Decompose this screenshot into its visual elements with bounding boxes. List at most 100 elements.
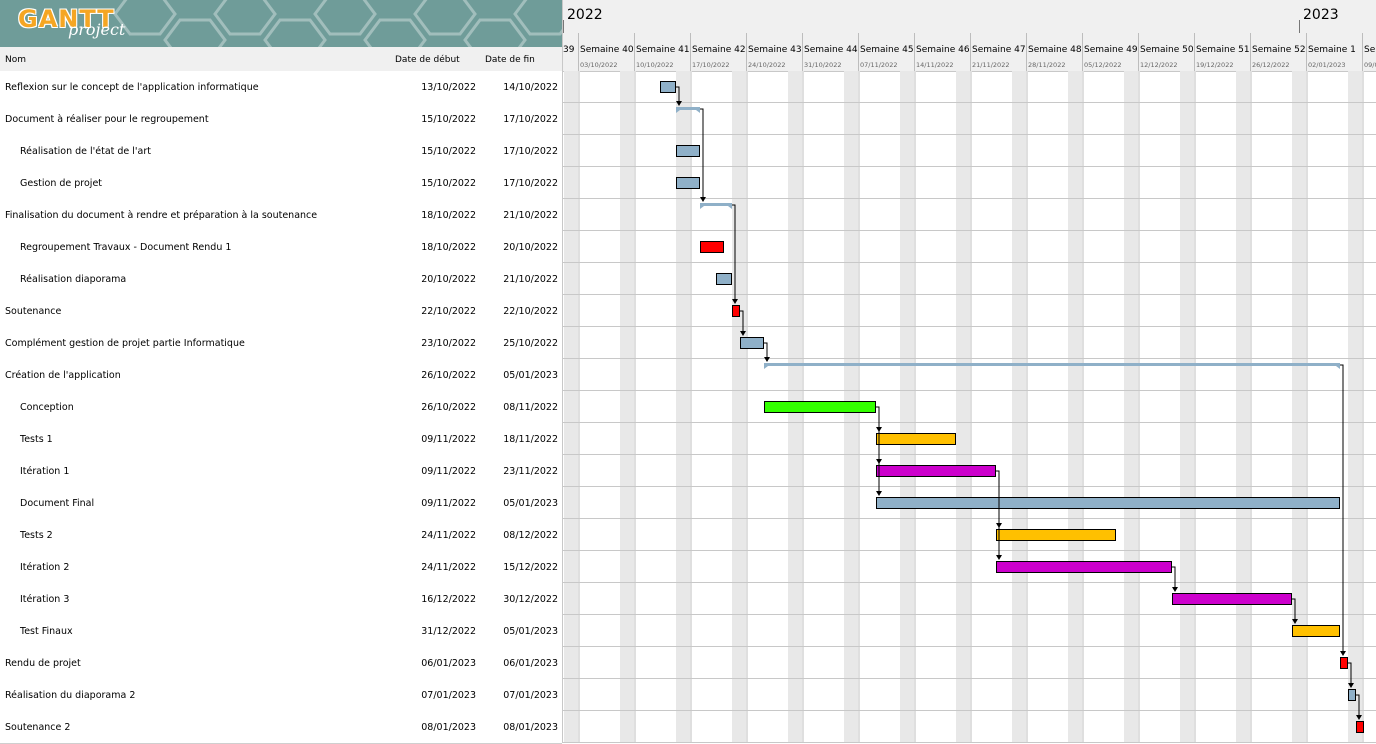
task-bar[interactable] (764, 401, 876, 413)
task-end-date: 14/10/2022 (503, 82, 558, 93)
task-bar[interactable] (996, 529, 1116, 541)
task-bar[interactable] (676, 177, 700, 189)
week-separator (1306, 33, 1307, 71)
gantt-chart-area[interactable] (563, 71, 1376, 743)
week-separator (1250, 33, 1251, 71)
task-start-date: 18/10/2022 (421, 210, 476, 221)
week-date: 28/11/2022 (1028, 61, 1066, 69)
weekend-band (676, 71, 692, 743)
task-row[interactable]: Réalisation diaporama 20/10/2022 21/10/202… (0, 263, 562, 296)
dependency-arrowhead (1340, 651, 1346, 656)
weekend-band (732, 71, 748, 743)
week-date: 21/11/2022 (972, 61, 1010, 69)
task-row[interactable]: Réalisation de l'état de l'art 15/10/2022… (0, 135, 562, 168)
task-row[interactable]: Regroupement Travaux - Document Rendu 1 1… (0, 231, 562, 264)
task-row[interactable]: Itération 3 16/12/2022 30/12/2022 (0, 583, 562, 616)
task-row[interactable]: Test Finaux 31/12/2022 05/01/2023 (0, 615, 562, 648)
task-start-date: 08/01/2023 (421, 722, 476, 733)
task-bar[interactable] (716, 273, 732, 285)
week-date: 12/12/2022 (1140, 61, 1178, 69)
dependency-arrow (1340, 364, 1344, 652)
task-start-date: 09/11/2022 (421, 498, 476, 509)
task-row[interactable]: Itération 1 09/11/2022 23/11/2022 (0, 455, 562, 488)
week-separator (1082, 33, 1083, 71)
task-end-date: 23/11/2022 (503, 466, 558, 477)
weekend-band (900, 71, 916, 743)
task-end-date: 15/12/2022 (503, 562, 558, 573)
week-date: 10/10/2022 (636, 61, 674, 69)
week-label: Semaine 46 (916, 45, 970, 55)
task-bar[interactable] (676, 145, 700, 157)
task-end-date: 06/01/2023 (503, 658, 558, 669)
task-bar[interactable] (1356, 721, 1364, 733)
week-label: Semaine 51 (1196, 45, 1250, 55)
task-bar[interactable] (876, 465, 996, 477)
task-bar[interactable] (876, 497, 1340, 509)
week-separator (802, 33, 803, 71)
week-date: 26/12/2022 (1252, 61, 1290, 69)
task-name: Tests 2 (20, 530, 53, 541)
week-label: Sem (1364, 45, 1376, 55)
task-bar[interactable] (1348, 689, 1356, 701)
week-separator (746, 33, 747, 71)
task-start-date: 24/11/2022 (421, 562, 476, 573)
task-bar[interactable] (732, 305, 740, 317)
week-date: 31/10/2022 (804, 61, 842, 69)
task-bar[interactable] (740, 337, 764, 349)
weekend-band (956, 71, 972, 743)
task-row[interactable]: Gestion de projet 15/10/2022 17/10/2022 (0, 167, 562, 200)
task-row[interactable]: Réalisation du diaporama 2 07/01/2023 07/0… (0, 679, 562, 712)
task-row[interactable]: Création de l'application 26/10/2022 05/01… (0, 359, 562, 392)
task-row[interactable]: Tests 2 24/11/2022 08/12/2022 (0, 519, 562, 552)
task-bar[interactable] (1292, 625, 1340, 637)
task-row[interactable]: Reflexion sur le concept de l'applicatio… (0, 71, 562, 104)
dependency-arrowhead (1172, 587, 1178, 592)
task-bar[interactable] (876, 433, 956, 445)
task-row[interactable]: Document Final 09/11/2022 05/01/2023 (0, 487, 562, 520)
column-header-end[interactable]: Date de fin (485, 55, 535, 65)
week-date: 14/11/2022 (916, 61, 954, 69)
task-row[interactable]: Tests 1 09/11/2022 18/11/2022 (0, 423, 562, 456)
task-name: Gestion de projet (20, 178, 103, 189)
task-bar[interactable] (700, 241, 724, 253)
logo-subtitle: project (68, 20, 126, 39)
week-date: 03/10/2022 (580, 61, 618, 69)
task-row[interactable]: Finalisation du document à rendre et pré… (0, 199, 562, 232)
task-row[interactable]: Soutenance 2 08/01/2023 08/01/2023 (0, 711, 562, 744)
logo-banner: GANTT project (0, 0, 562, 47)
task-start-date: 22/10/2022 (421, 306, 476, 317)
dependency-arrowhead (876, 491, 882, 496)
dependency-arrow (876, 406, 880, 492)
task-row[interactable]: Rendu de projet 06/01/2023 06/01/2023 (0, 647, 562, 680)
task-name: Itération 3 (20, 594, 70, 605)
task-end-date: 17/10/2022 (503, 146, 558, 157)
task-name: Regroupement Travaux - Document Rendu 1 (20, 242, 232, 253)
task-row[interactable]: Conception 26/10/2022 08/11/2022 (0, 391, 562, 424)
task-name: Document à réaliser pour le regroupement (5, 114, 209, 125)
task-bar[interactable] (1172, 593, 1292, 605)
year-tick (1299, 20, 1300, 33)
task-start-date: 15/10/2022 (421, 178, 476, 189)
task-bar[interactable] (1340, 657, 1348, 669)
week-label: Semaine 1 (1308, 45, 1356, 55)
task-end-date: 17/10/2022 (503, 114, 558, 125)
task-name: Création de l'application (5, 370, 121, 381)
ganttproject-window: GANTT project Nom Date de début Date de … (0, 0, 1376, 744)
task-table-header: Nom Date de début Date de fin (0, 47, 562, 72)
task-bar[interactable] (996, 561, 1172, 573)
week-label: Semaine 45 (860, 45, 914, 55)
task-row[interactable]: Soutenance 22/10/2022 22/10/2022 (0, 295, 562, 328)
week-label: Semaine 44 (804, 45, 858, 55)
week-label: Semaine 49 (1084, 45, 1138, 55)
task-name: Réalisation de l'état de l'art (20, 146, 151, 157)
column-header-name[interactable]: Nom (5, 55, 26, 65)
task-name: Soutenance (5, 306, 62, 317)
task-row[interactable]: Complément gestion de projet partie Info… (0, 327, 562, 360)
task-bar[interactable] (660, 81, 676, 93)
week-date: 05/12/2022 (1084, 61, 1122, 69)
task-row[interactable]: Itération 2 24/11/2022 15/12/2022 (0, 551, 562, 584)
task-start-date: 15/10/2022 (421, 114, 476, 125)
column-header-start[interactable]: Date de début (395, 55, 460, 65)
week-label: Semaine 40 (580, 45, 634, 55)
task-row[interactable]: Document à réaliser pour le regroupement… (0, 103, 562, 136)
